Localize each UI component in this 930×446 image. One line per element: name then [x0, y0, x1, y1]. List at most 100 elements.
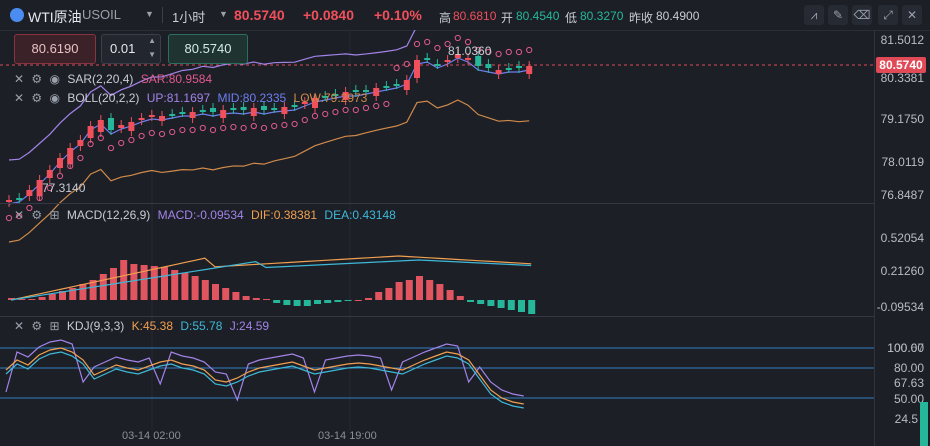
kdj-current-bar — [920, 402, 928, 446]
sar-dot — [403, 60, 410, 68]
j-line — [5, 339, 524, 402]
sar-dot — [424, 38, 431, 46]
symbol-name[interactable]: WTI原油 — [28, 7, 82, 27]
macd-bar — [28, 299, 36, 300]
sar-value: SAR:80.9584 — [140, 72, 213, 86]
sar-dot — [505, 48, 512, 56]
pane-divider — [0, 203, 874, 204]
pane-divider — [0, 316, 874, 317]
macd-bar — [212, 284, 219, 300]
sar-dot — [291, 120, 298, 128]
chevron-down-icon[interactable]: ▼ — [219, 9, 228, 19]
macd-bar — [232, 292, 240, 300]
macd-bar — [150, 266, 158, 300]
candle — [495, 70, 502, 74]
high-value: 80.6810 — [453, 9, 497, 23]
sar-legend: ✕ ⚙ ◉ SAR(2,20,4) SAR:80.9584 — [14, 72, 216, 86]
macd-bar — [385, 288, 393, 300]
sar-name: SAR(2,20,4) — [67, 72, 134, 86]
macd-bar — [283, 300, 291, 305]
sar-dot — [454, 34, 461, 42]
candle — [138, 118, 145, 120]
sar-dot — [179, 126, 186, 134]
macd-bar — [201, 280, 209, 300]
candle — [169, 114, 176, 116]
expand-pane-icon[interactable]: ⊞ — [50, 319, 60, 333]
candle — [159, 116, 165, 121]
macd-name: MACD(12,26,9) — [66, 208, 151, 222]
settings-icon[interactable]: ⚙ — [31, 91, 42, 105]
stepper-down-icon[interactable]: ▼ — [148, 41, 156, 69]
sar-dot — [158, 130, 166, 138]
time-axis-label: 03-14 19:00 — [318, 430, 377, 442]
sar-dot — [271, 122, 278, 130]
chevron-down-icon[interactable]: ▼ — [145, 9, 154, 19]
expand-icon[interactable]: ⤢ — [878, 5, 898, 25]
settings-icon[interactable]: ⚙ — [31, 72, 42, 86]
candle — [393, 84, 400, 86]
close-icon[interactable]: ✕ — [14, 91, 24, 105]
close-icon[interactable]: ✕ — [902, 5, 922, 25]
expand-pane-icon[interactable]: ⊞ — [50, 208, 60, 222]
header-bar: WTI原油 USOIL ▼ 1小时 ▼ 80.5740 +0.0840 +0.1… — [0, 0, 930, 31]
macd-bar — [161, 267, 168, 300]
candle — [26, 190, 33, 196]
macd-bar — [252, 298, 260, 300]
macd-bar — [314, 300, 321, 304]
settings-icon[interactable]: ⚙ — [31, 208, 42, 222]
current-price-tag: 80.5740 — [876, 57, 926, 73]
dea-value: DEA:0.43148 — [324, 208, 396, 222]
candle — [434, 64, 441, 66]
close-icon[interactable]: ✕ — [14, 319, 24, 333]
macd-bar — [426, 280, 434, 300]
boll-name: BOLL(20,2,2) — [67, 91, 140, 105]
candle — [118, 125, 125, 128]
candle — [16, 198, 23, 200]
candle — [516, 66, 522, 68]
price-change-pct: +0.10% — [374, 7, 422, 23]
sar-dot — [220, 124, 227, 132]
j-value: J:24.59 — [229, 319, 270, 333]
sar-dot — [362, 104, 370, 112]
candle — [271, 108, 278, 110]
interval-selector[interactable]: 1小时 — [172, 7, 205, 26]
boll-low: LOW:79.2973 — [293, 91, 368, 105]
kdj-axis-label: 67.63 — [893, 376, 924, 390]
candle — [505, 68, 512, 70]
close-icon[interactable]: ✕ — [14, 208, 24, 222]
candle — [57, 158, 63, 168]
candle — [414, 60, 420, 78]
kdj-axis-label: 80.00 — [893, 361, 924, 375]
candle — [87, 126, 94, 138]
sar-dot — [311, 112, 319, 120]
buy-button[interactable]: 80.5740 — [168, 34, 248, 64]
macd-bar — [293, 300, 301, 306]
eye-icon[interactable]: ◉ — [50, 72, 60, 86]
lot-input[interactable]: 0.01 ▲ ▼ — [101, 34, 161, 64]
macd-bar — [365, 298, 372, 300]
prev-close-value: 80.4900 — [656, 9, 700, 23]
sar-dot — [138, 132, 145, 140]
price-axis-label: 78.0119 — [881, 155, 925, 169]
line-chart-icon[interactable]: ⩘ — [804, 5, 824, 25]
sell-button[interactable]: 80.6190 — [14, 34, 96, 64]
macd-bar — [405, 280, 413, 300]
time-axis-label: 03-14 02:00 — [122, 430, 181, 442]
settings-icon[interactable]: ⚙ — [31, 319, 42, 333]
kdj-name: KDJ(9,3,3) — [66, 319, 125, 333]
eye-icon[interactable]: ◉ — [50, 91, 60, 105]
sar-dot — [434, 44, 441, 52]
macd-bar — [487, 300, 495, 306]
delete-drawing-icon[interactable]: ⌫ — [852, 5, 872, 25]
macd-bar — [79, 284, 87, 300]
macd-bar — [436, 284, 444, 300]
pencil-icon[interactable]: ✎ — [828, 5, 848, 25]
macd-bar — [528, 300, 536, 314]
high-label: 高 — [439, 11, 452, 25]
symbol-code[interactable]: USOIL — [82, 7, 121, 22]
candle — [403, 80, 410, 90]
sar-dot — [260, 124, 268, 132]
price-change: +0.0840 — [303, 7, 354, 23]
sar-dot — [383, 100, 390, 108]
close-icon[interactable]: ✕ — [14, 72, 24, 86]
